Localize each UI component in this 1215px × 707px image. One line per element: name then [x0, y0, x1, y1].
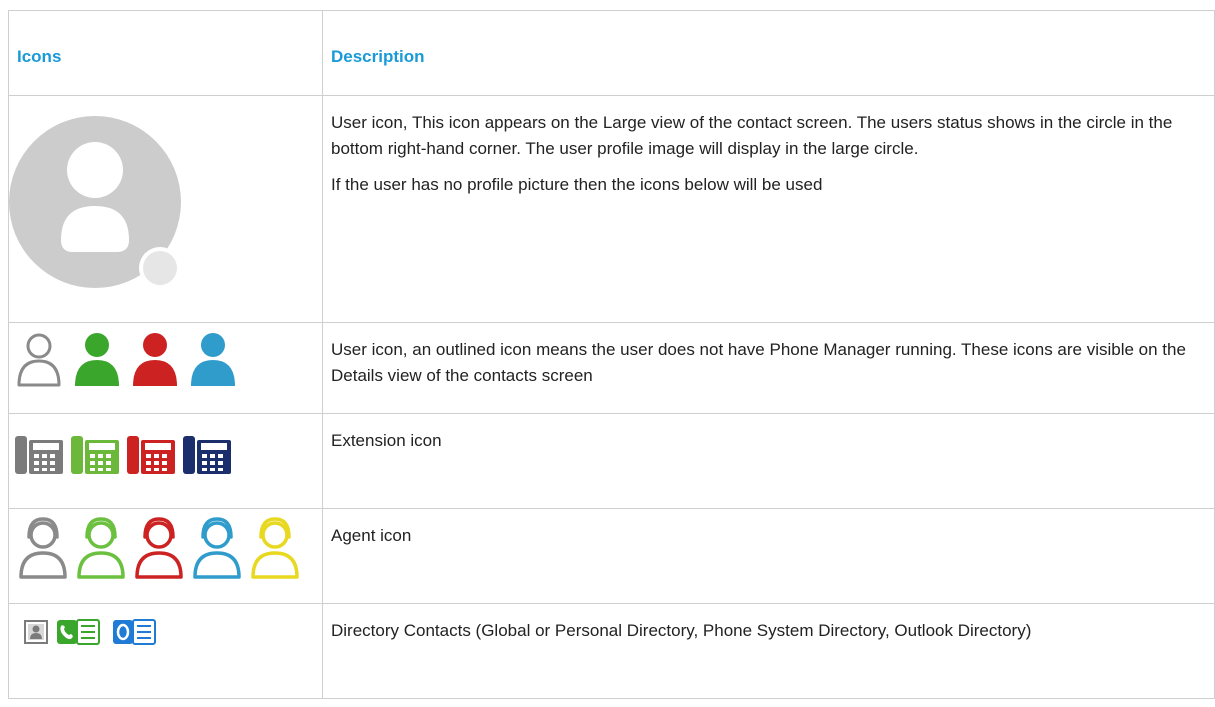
- icons-column-header: Icons: [8, 10, 323, 96]
- extension-grey-icon: [15, 436, 63, 474]
- table-header-row: Icons Description: [8, 10, 1215, 96]
- agent-icons-group: [19, 517, 299, 579]
- user-icons-group: [17, 333, 235, 387]
- description-paragraph: Extension icon: [331, 431, 442, 450]
- description-paragraph: User icon, an outlined icon means the us…: [331, 340, 1186, 385]
- table-row: Directory Contacts (Global or Personal D…: [8, 603, 1215, 699]
- description-cell: User icon, an outlined icon means the us…: [322, 322, 1215, 414]
- outlook-directory-icon: [113, 619, 156, 645]
- user-outline-grey-icon: [17, 333, 61, 387]
- directory-contact-icon: [24, 620, 48, 644]
- directory-icons-group: [24, 619, 156, 645]
- icons-header-label: Icons: [17, 47, 62, 66]
- user-blue-icon: [191, 333, 235, 386]
- table-row: User icon, an outlined icon means the us…: [8, 322, 1215, 414]
- icon-reference-table-container: Icons Description User icon, This icon a…: [8, 10, 1215, 707]
- user-red-icon: [133, 333, 177, 386]
- description-cell: Extension icon: [322, 413, 1215, 509]
- description-paragraph: Directory Contacts (Global or Personal D…: [331, 621, 1032, 640]
- agent-green-icon: [77, 517, 125, 579]
- user-profile-large-icon: [9, 116, 181, 289]
- table-row: User icon, This icon appears on the Larg…: [8, 95, 1215, 323]
- agent-red-icon: [135, 517, 183, 579]
- user-green-icon: [75, 333, 119, 386]
- description-paragraph: If the user has no profile picture then …: [331, 175, 823, 194]
- phone-system-directory-icon: [57, 619, 100, 645]
- table-row: Agent icon: [8, 508, 1215, 604]
- description-header-label: Description: [331, 47, 425, 66]
- icons-cell: [8, 413, 323, 509]
- extension-red-icon: [127, 436, 175, 474]
- extension-green-icon: [71, 436, 119, 474]
- table-row: Extension icon: [8, 413, 1215, 509]
- icon-reference-table: Icons Description User icon, This icon a…: [8, 10, 1215, 699]
- description-cell: Directory Contacts (Global or Personal D…: [322, 603, 1215, 699]
- agent-grey-icon: [19, 517, 67, 579]
- description-column-header: Description: [322, 10, 1215, 96]
- description-cell: Agent icon: [322, 508, 1215, 604]
- agent-blue-icon: [193, 517, 241, 579]
- extension-navy-icon: [183, 436, 231, 474]
- description-cell: User icon, This icon appears on the Larg…: [322, 95, 1215, 323]
- description-paragraph: User icon, This icon appears on the Larg…: [331, 113, 1173, 158]
- icons-cell: [8, 603, 323, 699]
- icons-cell: [8, 95, 323, 323]
- agent-yellow-icon: [251, 517, 299, 579]
- icons-cell: [8, 508, 323, 604]
- description-paragraph: Agent icon: [331, 526, 412, 545]
- extension-icons-group: [15, 436, 231, 474]
- icons-cell: [8, 322, 323, 414]
